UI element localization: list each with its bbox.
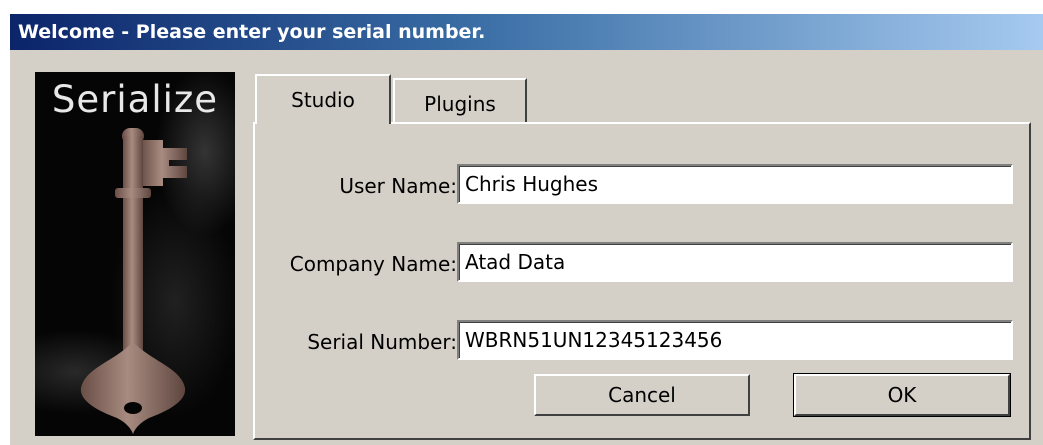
company-name-label: Company Name:: [289, 252, 457, 276]
user-name-field[interactable]: [457, 164, 1013, 204]
serial-number-label: Serial Number:: [307, 330, 457, 354]
key-icon: [80, 128, 187, 434]
serial-number-field[interactable]: [457, 320, 1013, 360]
tab-studio[interactable]: Studio: [255, 74, 391, 124]
ok-button[interactable]: OK: [793, 373, 1011, 417]
studio-tab-panel: User Name: Company Name: Serial Number: …: [253, 122, 1031, 440]
user-name-label: User Name:: [339, 174, 457, 198]
company-name-field[interactable]: [457, 242, 1013, 282]
window-title[interactable]: Welcome - Please enter your serial numbe…: [10, 14, 1043, 50]
cancel-button[interactable]: Cancel: [534, 374, 750, 416]
serialize-banner: Serialize: [35, 72, 235, 436]
serial-dialog-window: Welcome - Please enter your serial numbe…: [10, 14, 1043, 445]
tab-plugins[interactable]: Plugins: [393, 78, 527, 124]
